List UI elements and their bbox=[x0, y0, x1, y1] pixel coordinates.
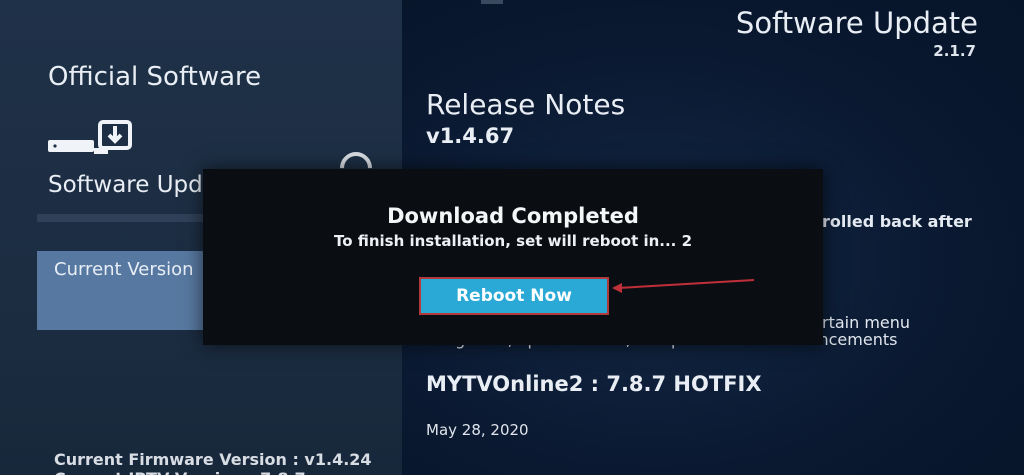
app-release-date: May 28, 2020 bbox=[426, 421, 529, 439]
app-version: 2.1.7 bbox=[933, 42, 976, 60]
app-release-name: MYTVOnline2 : 7.8.7 HOTFIX bbox=[426, 372, 762, 396]
dialog-message: To finish installation, set will reboot … bbox=[333, 232, 693, 250]
set-top-box-download-icon bbox=[48, 120, 132, 154]
release-notes-title: Release Notes bbox=[426, 88, 626, 121]
release-version: v1.4.67 bbox=[426, 124, 515, 148]
current-firmware-version: Current Firmware Version : v1.4.24 bbox=[54, 450, 372, 469]
reboot-now-button[interactable]: Reboot Now bbox=[419, 277, 609, 315]
download-completed-dialog: Download Completed To finish installatio… bbox=[203, 169, 823, 345]
official-software-title: Official Software bbox=[48, 62, 262, 92]
current-iptv-version: Current IPTV Version : 7.8.7 bbox=[54, 469, 306, 475]
release-note-line: rolled back after bbox=[822, 212, 972, 231]
top-tab-indicator bbox=[481, 0, 503, 4]
dialog-title: Download Completed bbox=[387, 204, 639, 228]
software-update-label[interactable]: Software Upd bbox=[48, 172, 202, 198]
page-title: Software Update bbox=[735, 6, 978, 40]
annotation-arrow-icon bbox=[612, 279, 755, 293]
current-version-label: Current Version bbox=[54, 259, 194, 280]
